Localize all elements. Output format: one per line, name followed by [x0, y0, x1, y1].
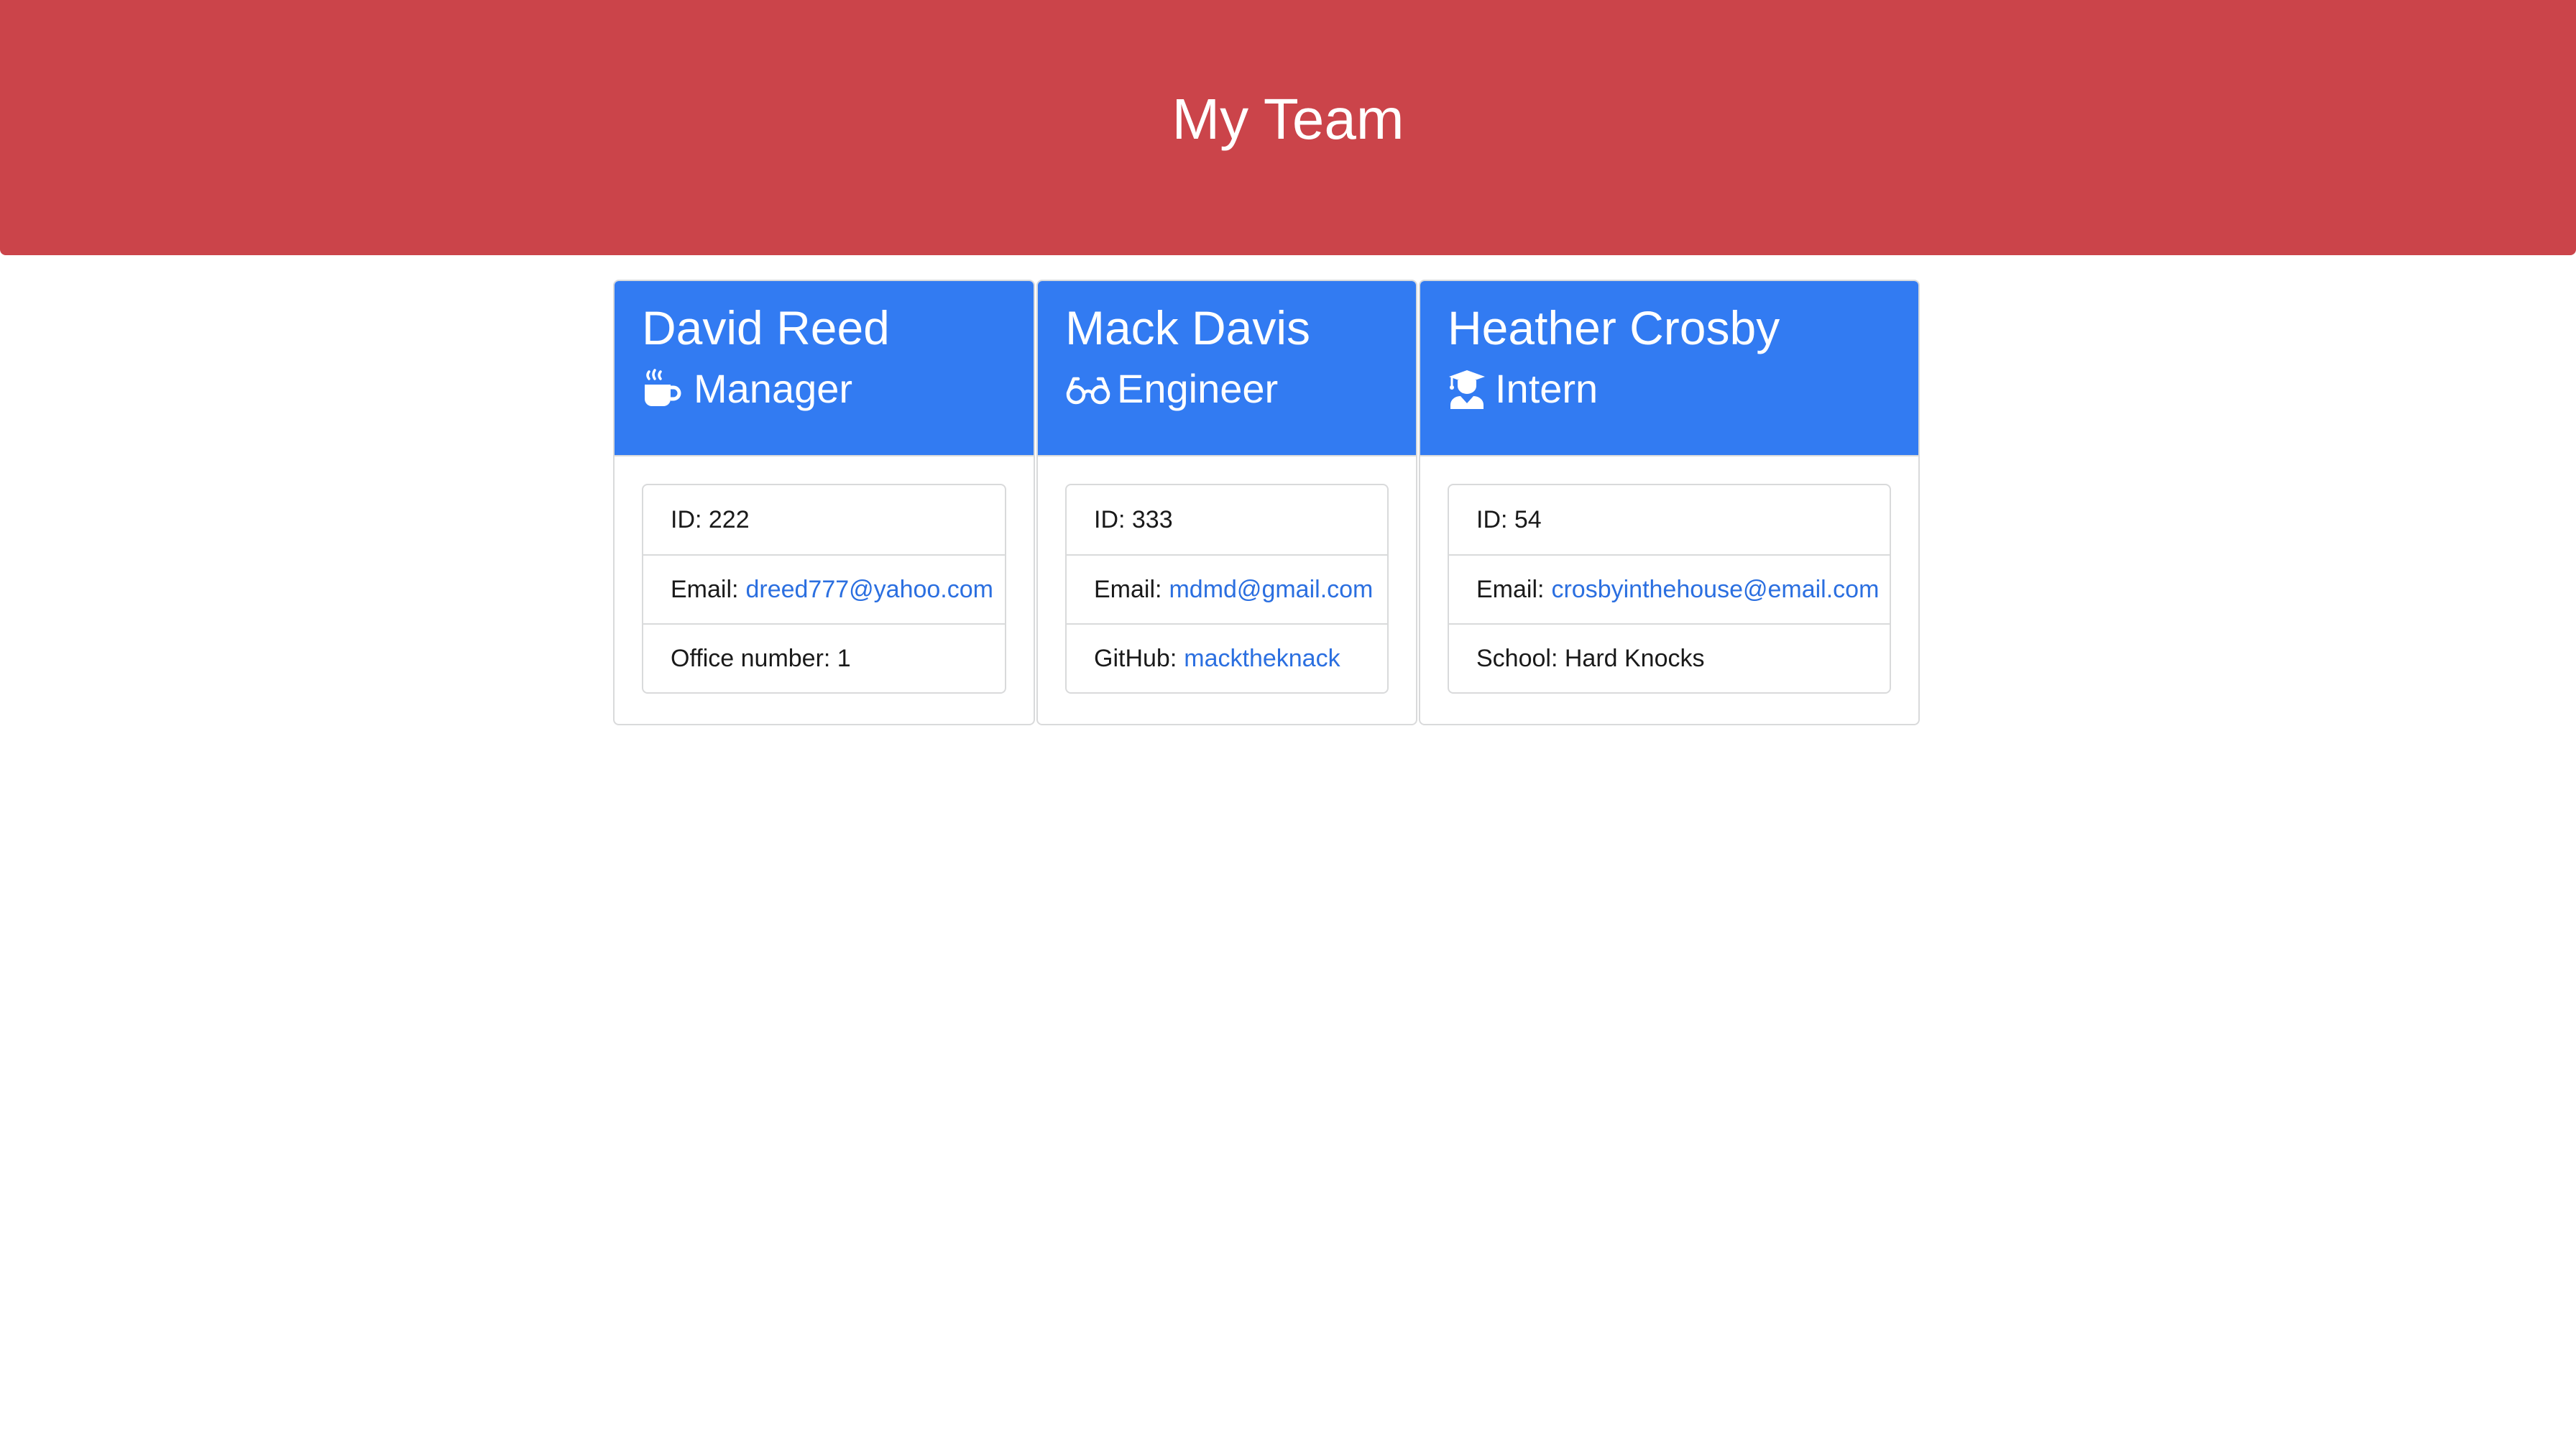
employee-name: Heather Crosby [1448, 301, 1780, 354]
role-label: Engineer [1117, 366, 1279, 412]
id-text: ID: 222 [671, 505, 750, 533]
employee-role: Manager [642, 365, 1034, 412]
office-item: Office number: 1 [643, 623, 1005, 692]
github-item: GitHub: macktheknack [1067, 623, 1387, 692]
employee-card-manager: David Reed Manager ID: 222 Email: dreed7… [613, 280, 1035, 725]
id-text: ID: 333 [1094, 505, 1173, 533]
employee-name: David Reed [642, 301, 890, 354]
email-link[interactable]: crosbyinthehouse@email.com [1551, 576, 1879, 604]
id-text: ID: 54 [1476, 505, 1542, 533]
email-item: Email: dreed777@yahoo.com [643, 554, 1005, 623]
id-item: ID: 333 [1067, 485, 1387, 554]
email-label: Email: [671, 575, 739, 603]
github-link[interactable]: macktheknack [1184, 645, 1340, 673]
email-item: Email: crosbyinthehouse@email.com [1449, 554, 1890, 623]
card-header: David Reed Manager [615, 281, 1034, 455]
employee-role: Intern [1448, 365, 1918, 412]
employee-role: Engineer [1065, 365, 1416, 412]
glasses-icon [1065, 367, 1110, 410]
info-list: ID: 54 Email: crosbyinthehouse@email.com… [1448, 484, 1891, 694]
card-header: Mack Davis Engineer [1038, 281, 1416, 455]
email-link[interactable]: mdmd@gmail.com [1169, 576, 1373, 604]
role-label: Intern [1495, 366, 1598, 412]
email-label: Email: [1476, 575, 1545, 603]
github-label: GitHub: [1094, 644, 1177, 672]
school-item: School: Hard Knocks [1449, 623, 1890, 692]
page-header: My Team [0, 0, 2576, 255]
card-header: Heather Crosby Intern [1420, 281, 1918, 455]
user-graduate-icon [1448, 367, 1486, 410]
info-list: ID: 222 Email: dreed777@yahoo.com Office… [642, 484, 1006, 694]
role-label: Manager [694, 366, 853, 412]
id-item: ID: 222 [643, 485, 1005, 554]
card-body: ID: 333 Email: mdmd@gmail.com GitHub: ma… [1038, 455, 1416, 721]
office-text: Office number: 1 [671, 644, 851, 672]
mug-hot-icon [642, 367, 685, 410]
card-body: ID: 54 Email: crosbyinthehouse@email.com… [1420, 455, 1918, 721]
page-title: My Team [1172, 86, 1404, 151]
email-item: Email: mdmd@gmail.com [1067, 554, 1387, 623]
id-item: ID: 54 [1449, 485, 1890, 554]
employee-card-intern: Heather Crosby Intern ID: 54 Email: cros… [1419, 280, 1920, 725]
employee-name: Mack Davis [1065, 301, 1311, 354]
email-link[interactable]: dreed777@yahoo.com [745, 576, 993, 604]
employee-card-engineer: Mack Davis Engineer ID: 333 Email: mdmd@… [1036, 280, 1417, 725]
card-body: ID: 222 Email: dreed777@yahoo.com Office… [615, 455, 1034, 721]
email-label: Email: [1094, 575, 1162, 603]
school-text: School: Hard Knocks [1476, 644, 1705, 672]
info-list: ID: 333 Email: mdmd@gmail.com GitHub: ma… [1065, 484, 1389, 694]
